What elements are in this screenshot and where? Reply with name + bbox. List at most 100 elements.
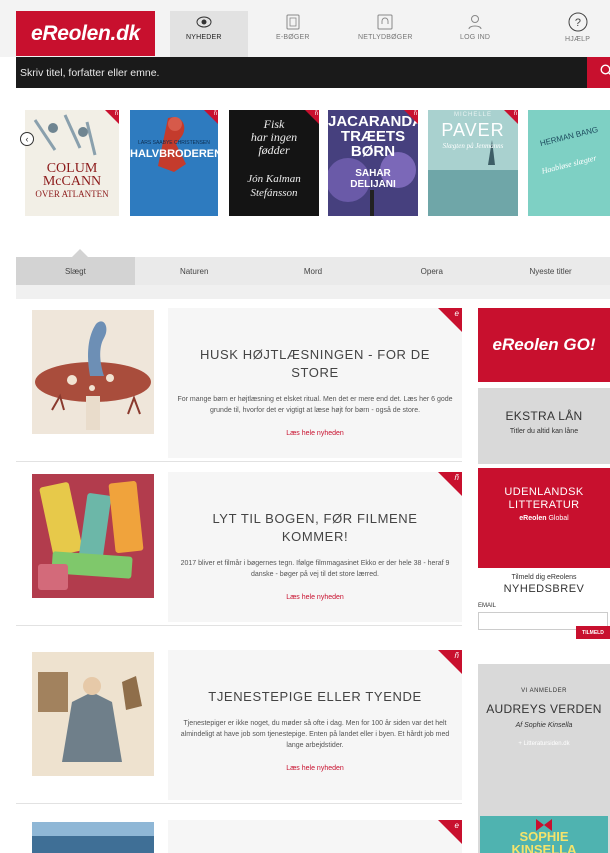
book-carousel: COLUM McCANN OVER ATLANTEN ñ LARS SAABYE … <box>16 102 610 218</box>
book-cover[interactable]: HERMAN BANG Haabløse slægter <box>528 110 610 216</box>
banner-subtitle: Titler du altid kan låne <box>509 428 579 435</box>
news-card: TJENESTEPIGE ELLER TYENDE Tjenestepiger … <box>16 642 462 804</box>
maid-illustration <box>32 652 154 776</box>
nav-label: NETLYDBØGER <box>358 34 413 41</box>
news-card: LYT TIL BOGEN, FØR FILMENE KOMMER! 2017 … <box>16 464 462 626</box>
read-more-link[interactable]: Læs hele nyheden <box>286 430 344 437</box>
tab-naturen[interactable]: Naturen <box>135 257 254 285</box>
nav-label: LOG IND <box>460 34 491 41</box>
audio-badge: ñ <box>404 110 418 124</box>
news-text-block: e <box>168 820 462 853</box>
newsletter-signup: Tilmeld dig eReolens NYHEDSBREV EMAIL TI… <box>478 574 610 650</box>
divider-band <box>16 285 610 299</box>
ebook-badge: e <box>438 308 462 332</box>
nav-log-ind[interactable]: LOG IND <box>460 14 490 54</box>
category-tabs: Slægt Naturen Mord Opera Nyeste titler <box>16 257 610 285</box>
cover-title: HALVBRODEREN <box>130 148 218 160</box>
news-image[interactable] <box>32 822 154 853</box>
sea-illustration <box>32 822 154 853</box>
nav-label: E-BØGER <box>276 34 310 41</box>
tickets-illustration <box>38 481 144 590</box>
news-title[interactable]: LYT TIL BOGEN, FØR FILMENE KOMMER! <box>168 510 462 546</box>
cover-author: HERMAN BANG <box>539 124 599 149</box>
news-title[interactable]: TJENESTEPIGE ELLER TYENDE <box>168 688 462 706</box>
cover-illustration <box>158 117 186 172</box>
banner-title: eReolen GO! <box>492 335 596 354</box>
search-bar <box>16 57 610 88</box>
audio-badge: ñ <box>438 650 462 674</box>
news-text-block: TJENESTEPIGE ELLER TYENDE Tjenestepiger … <box>168 650 462 800</box>
news-image[interactable] <box>32 474 154 598</box>
search-icon <box>600 64 610 82</box>
book-cover[interactable]: COLUM McCANN OVER ATLANTEN ñ <box>25 110 119 216</box>
review-book-cover[interactable]: SOPHIE KINSELLA <box>480 816 608 853</box>
news-image[interactable] <box>32 310 154 434</box>
cover-author: LARS SAABYE CHRISTENSEN <box>138 140 210 146</box>
nav-label: NYHEDER <box>186 34 222 41</box>
nav-e-boger[interactable]: E-BØGER <box>276 14 310 54</box>
news-summary: Tjenestepiger er ikke noget, du møder så… <box>180 720 450 749</box>
news-summary: 2017 bliver et filmår i bøgernes tegn. I… <box>180 560 450 578</box>
nav-label: HJÆLP <box>565 36 591 43</box>
news-text-block: LYT TIL BOGEN, FØR FILMENE KOMMER! 2017 … <box>168 472 462 622</box>
read-more-link[interactable]: Læs hele nyheden <box>286 765 344 772</box>
news-card: HUSK HØJTLÆSNINGEN - FOR DE STORE For ma… <box>16 300 462 462</box>
book-cover[interactable]: MICHELLE PAVER Slægten på Jenmanns ñ <box>428 110 518 216</box>
ebook-icon <box>285 14 301 30</box>
newsletter-intro: Tilmeld dig eReolens <box>511 574 577 581</box>
search-input[interactable] <box>16 57 578 88</box>
eye-icon <box>196 14 212 30</box>
book-cover[interactable]: JACARANDA TRÆETS BØRN SAHAR DELIJANI ñ <box>328 110 418 216</box>
newsletter-title: NYHEDSBREV <box>503 583 585 595</box>
carousel-prev-arrow[interactable]: ‹ <box>20 132 34 146</box>
svg-text:?: ? <box>574 17 580 29</box>
udenlandsk-litteratur-banner[interactable]: UDENLANDSK LITTERATUR eReolen Global <box>478 468 610 568</box>
cover-title: Haabløse slægter <box>540 153 598 176</box>
news-summary: For mange børn er højtlæsning et elsket … <box>177 396 453 414</box>
tab-nyeste-titler[interactable]: Nyeste titler <box>491 257 610 285</box>
nav-hjaelp[interactable]: ? HJÆLP <box>565 12 590 52</box>
logo[interactable]: eReolen.dk <box>16 11 155 56</box>
mushroom-illustration <box>35 321 151 430</box>
news-text-block: HUSK HØJTLÆSNINGEN - FOR DE STORE For ma… <box>168 308 462 458</box>
cover-author: SAHAR DELIJANI <box>350 168 396 190</box>
cover-title: COLUM McCANN OVER ATLANTEN <box>35 161 109 200</box>
audio-badge: ñ <box>305 110 319 124</box>
tab-pointer <box>72 249 88 257</box>
review-kicker: VI ANMELDER <box>521 688 567 694</box>
search-button[interactable] <box>587 57 610 88</box>
brand-suffix: Global <box>548 515 569 522</box>
email-label: EMAIL <box>478 603 497 609</box>
read-more-link[interactable]: Læs hele nyheden <box>286 594 344 601</box>
chevron-left-icon: ‹ <box>25 134 29 144</box>
banner-title: EKSTRA LÅN <box>505 409 583 423</box>
review-title: AUDREYS VERDEN <box>486 702 602 716</box>
brand-name: eReolen <box>519 515 547 522</box>
cover-author: Jón Kalman Stefánsson <box>247 173 301 199</box>
question-icon: ? <box>568 12 588 32</box>
tab-opera[interactable]: Opera <box>372 257 491 285</box>
ekstra-laan-banner[interactable]: EKSTRA LÅN Titler du altid kan låne <box>478 388 610 464</box>
ereolen-go-banner[interactable]: eReolen GO! <box>478 308 610 382</box>
audiobook-icon <box>377 14 393 30</box>
review-author: Af Sophie Kinsella <box>515 722 573 729</box>
ebook-badge: e <box>438 820 462 844</box>
audio-badge: ñ <box>438 472 462 496</box>
news-title[interactable]: HUSK HØJTLÆSNINGEN - FOR DE STORE <box>168 346 462 382</box>
book-cover-author: SOPHIE KINSELLA <box>511 829 577 853</box>
litteratursiden-link[interactable]: + Litteratursiden.dk <box>478 741 610 747</box>
nav-netlydboger[interactable]: NETLYDBØGER <box>358 14 413 54</box>
review-banner[interactable]: VI ANMELDER AUDREYS VERDEN Af Sophie Kin… <box>478 664 610 853</box>
user-icon <box>467 14 483 30</box>
audio-badge: ñ <box>204 110 218 124</box>
nav-nyheder[interactable]: NYHEDER <box>186 14 222 54</box>
cover-title: Slægten på Jenmanns <box>442 142 504 150</box>
book-cover[interactable]: Fisk har ingen fødder Jón Kalman Stefánsson… <box>229 110 319 216</box>
audio-badge: ñ <box>105 110 119 124</box>
subscribe-button[interactable]: TILMELD <box>576 626 610 639</box>
tab-mord[interactable]: Mord <box>254 257 373 285</box>
tab-slaegt[interactable]: Slægt <box>16 257 135 285</box>
news-image[interactable] <box>32 652 154 776</box>
book-cover[interactable]: LARS SAABYE CHRISTENSEN HALVBRODEREN ñ <box>130 110 218 216</box>
banner-title: UDENLANDSK LITTERATUR <box>504 486 584 511</box>
